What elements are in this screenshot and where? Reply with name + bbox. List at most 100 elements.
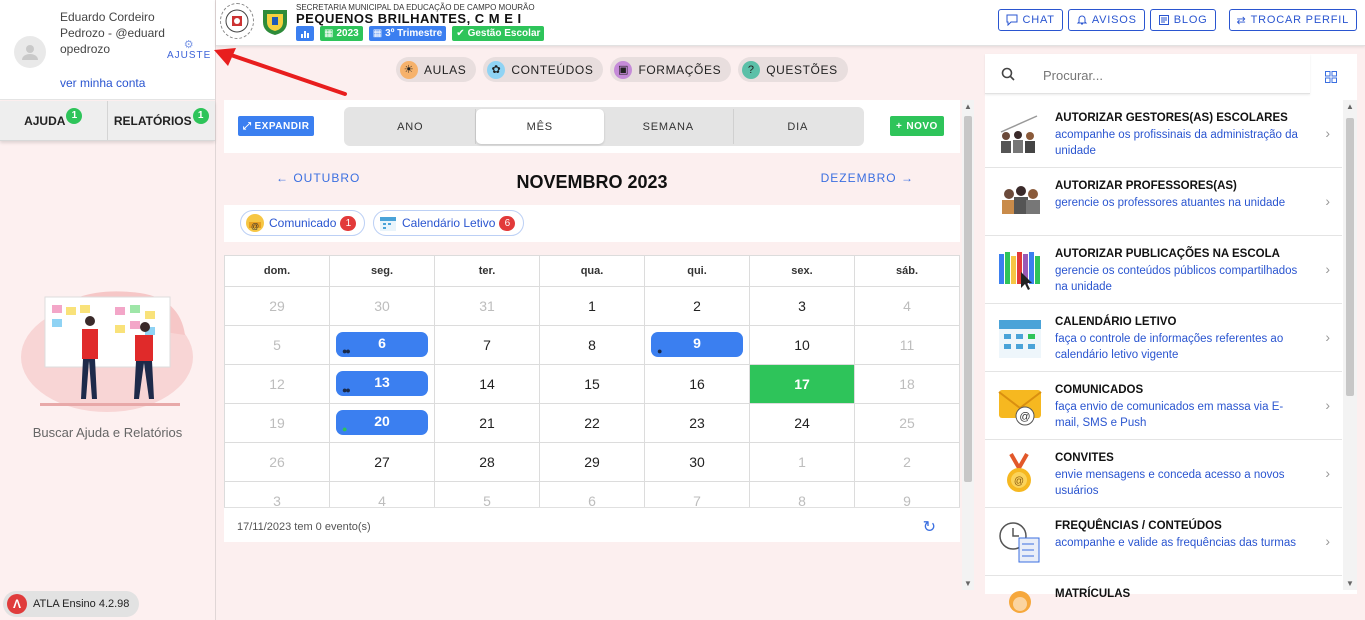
menu-item-calendario-letivo[interactable]: CALENDÁRIO LETIVO faça o controle de inf… — [985, 304, 1342, 372]
legend-calendario-label: Calendário Letivo — [402, 216, 496, 230]
view-ano[interactable]: ANO — [346, 109, 476, 144]
account-link[interactable]: ver minha conta — [60, 76, 145, 90]
day-cell-with-event[interactable]: 13 ●● — [329, 364, 435, 404]
menu-item-frequencias[interactable]: FREQUÊNCIAS / CONTEÚDOS acompanhe e vali… — [985, 508, 1342, 576]
day-cell[interactable]: 12 — [224, 364, 330, 404]
next-month-button[interactable]: DEZEMBRO → — [821, 171, 914, 185]
scroll-up-icon[interactable]: ▲ — [1343, 102, 1357, 111]
weekday-header: sáb. — [854, 255, 960, 287]
refresh-icon[interactable]: ↻ — [923, 517, 936, 537]
day-cell[interactable]: 15 — [539, 364, 645, 404]
day-cell[interactable]: 27 — [329, 442, 435, 482]
calendar-toolbar: ⤢ EXPANDIR ANO MÊS SEMANA DIA + NOVO — [224, 100, 960, 153]
view-dia[interactable]: DIA — [734, 109, 863, 144]
day-cell[interactable]: 7 — [434, 325, 540, 365]
day-cell[interactable]: 19 — [224, 403, 330, 443]
module-formacoes[interactable]: ▣ FORMAÇÕES — [610, 57, 732, 82]
grid-view-icon[interactable] — [1325, 71, 1337, 83]
module-aulas[interactable]: ☀ AULAS — [396, 57, 477, 82]
day-cell[interactable]: 29 — [224, 286, 330, 326]
year-chip[interactable]: ▦ 2023 — [320, 26, 363, 41]
tab-relatorios[interactable]: RELATÓRIOS 1 — [108, 101, 216, 140]
day-cell[interactable]: 23 — [644, 403, 750, 443]
year-chip-label: 2023 — [336, 28, 359, 39]
menu-item-matriculas[interactable]: MATRÍCULAS — [985, 576, 1342, 620]
event-dots-icon: ●● — [342, 346, 351, 356]
day-cell[interactable]: 4 — [854, 286, 960, 326]
event-pill[interactable]: 20 ● — [336, 410, 428, 435]
day-cell[interactable]: 24 — [749, 403, 855, 443]
module-questoes[interactable]: ? QUESTÕES — [738, 57, 848, 82]
event-pill[interactable]: 9 ● — [651, 332, 743, 357]
day-cell[interactable]: 10 — [749, 325, 855, 365]
menu-scrollbar[interactable]: ▲ ▼ — [1343, 100, 1357, 590]
stats-chip[interactable] — [296, 26, 314, 41]
day-cell[interactable]: 21 — [434, 403, 540, 443]
tab-ajuda[interactable]: AJUDA 1 — [0, 101, 108, 140]
day-cell[interactable]: 18 — [854, 364, 960, 404]
day-cell[interactable]: 2 — [854, 442, 960, 482]
scroll-down-icon[interactable]: ▼ — [962, 579, 974, 588]
day-cell[interactable]: 26 — [224, 442, 330, 482]
new-event-button[interactable]: + NOVO — [890, 116, 944, 136]
day-cell[interactable]: 1 — [539, 286, 645, 326]
day-cell[interactable]: 11 — [854, 325, 960, 365]
settings-button[interactable]: ⚙ AJUSTE — [167, 40, 211, 62]
day-cell[interactable]: 30 — [329, 286, 435, 326]
avatar[interactable] — [14, 36, 46, 68]
blog-button[interactable]: BLOG — [1149, 9, 1216, 31]
menu-item-autorizar-professores[interactable]: AUTORIZAR PROFESSORES(AS) gerencie os pr… — [985, 168, 1342, 236]
menu-item-autorizar-publicacoes[interactable]: AUTORIZAR PUBLICAÇÕES NA ESCOLA gerencie… — [985, 236, 1342, 304]
scrollbar-thumb[interactable] — [1346, 118, 1354, 396]
day-cell[interactable]: 29 — [539, 442, 645, 482]
day-cell-with-event[interactable]: 20 ● — [329, 403, 435, 443]
day-cell-today[interactable]: 17 — [749, 364, 855, 404]
svg-text:@: @ — [1019, 411, 1030, 423]
view-semana[interactable]: SEMANA — [604, 109, 734, 144]
view-mes[interactable]: MÊS — [475, 109, 604, 144]
day-cell-with-event[interactable]: 6 ●● — [329, 325, 435, 365]
module-conteudos[interactable]: ✿ CONTEÚDOS — [483, 57, 604, 82]
switch-profile-button[interactable]: ⇄ TROCAR PERFIL — [1228, 9, 1357, 31]
chat-button[interactable]: CHAT — [998, 9, 1063, 31]
calendar-scrollbar[interactable]: ▲ ▼ — [962, 100, 974, 590]
menu-item-autorizar-gestores[interactable]: AUTORIZAR GESTORES(AS) ESCOLARES acompan… — [985, 100, 1342, 168]
term-chip[interactable]: ▦ 3º Trimestre — [368, 26, 447, 41]
help-illustration — [21, 291, 193, 412]
left-sidebar: Eduardo Cordeiro Pedrozo - @eduardopedro… — [0, 0, 216, 620]
event-pill[interactable]: 6 ●● — [336, 332, 428, 357]
avisos-button[interactable]: AVISOS — [1067, 9, 1145, 31]
day-cell[interactable]: 14 — [434, 364, 540, 404]
legend-calendario-letivo[interactable]: Calendário Letivo 6 — [373, 210, 525, 236]
day-cell[interactable]: 16 — [644, 364, 750, 404]
event-dots-icon: ● — [657, 346, 663, 356]
day-cell[interactable]: 1 — [749, 442, 855, 482]
day-cell[interactable]: 31 — [434, 286, 540, 326]
day-cell-with-event[interactable]: 9 ● — [644, 325, 750, 365]
day-cell[interactable]: 22 — [539, 403, 645, 443]
module-aulas-label: AULAS — [424, 62, 467, 77]
scroll-up-icon[interactable]: ▲ — [962, 102, 974, 111]
menu-item-comunicados[interactable]: @ COMUNICADOS faça envio de comunicados … — [985, 372, 1342, 440]
legend-comunicado[interactable]: @ Comunicado 1 — [240, 210, 366, 236]
school-name[interactable]: PEQUENOS BRILHANTES, C M E I — [296, 11, 522, 26]
menu-item-convites[interactable]: @ CONVITES envie mensagens e conceda ace… — [985, 440, 1342, 508]
day-cell[interactable]: 28 — [434, 442, 540, 482]
day-cell[interactable]: 30 — [644, 442, 750, 482]
municipality-crest — [220, 3, 254, 39]
menu-list: AUTORIZAR GESTORES(AS) ESCOLARES acompan… — [985, 100, 1342, 620]
version-label: ATLA Ensino 4.2.98 — [33, 598, 130, 610]
version-badge[interactable]: Λ ATLA Ensino 4.2.98 — [3, 591, 140, 617]
day-cell[interactable]: 2 — [644, 286, 750, 326]
day-cell[interactable]: 25 — [854, 403, 960, 443]
search-input[interactable] — [1043, 65, 1293, 85]
management-chip[interactable]: ✔ Gestão Escolar — [452, 26, 545, 41]
day-cell[interactable]: 3 — [749, 286, 855, 326]
event-pill[interactable]: 13 ●● — [336, 371, 428, 396]
expand-button[interactable]: ⤢ EXPANDIR — [238, 116, 315, 136]
day-cell[interactable]: 8 — [539, 325, 645, 365]
scroll-down-icon[interactable]: ▼ — [1343, 579, 1357, 588]
swap-icon: ⇄ — [1236, 14, 1247, 27]
day-cell[interactable]: 5 — [224, 325, 330, 365]
scrollbar-thumb[interactable] — [964, 116, 972, 482]
